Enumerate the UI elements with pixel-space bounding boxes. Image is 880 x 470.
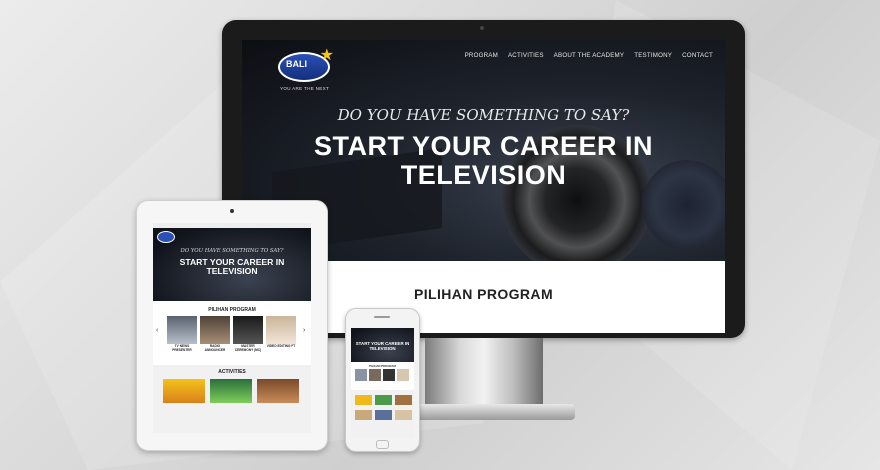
program-label: RADIO ANNOUNCER (204, 344, 226, 352)
logo-tagline: YOU ARE THE NEXT (280, 86, 330, 91)
tablet-device: DO YOU HAVE SOMETHING TO SAY? START YOUR… (136, 200, 328, 451)
tablet-screen: DO YOU HAVE SOMETHING TO SAY? START YOUR… (153, 223, 311, 433)
chevron-left-icon[interactable]: ‹ (156, 327, 158, 334)
activity-thumbnail[interactable] (355, 395, 372, 405)
tablet-hero-subtitle: DO YOU HAVE SOMETHING TO SAY? (180, 248, 284, 254)
hero-title-line1: START YOUR CAREER IN (313, 131, 654, 161)
activities-row (163, 379, 299, 403)
phone-hero-title: START YOUR CAREER IN TELEVISION (351, 341, 414, 351)
phone-activities-row (355, 395, 412, 405)
phone-screen: START YOUR CAREER IN TELEVISION PILIHAN … (351, 328, 414, 438)
phone-speaker (374, 316, 390, 318)
program-thumbnail[interactable] (355, 369, 367, 381)
program-image (200, 316, 230, 344)
program-card[interactable]: VIDEO EDITING FT (266, 316, 296, 352)
activity-thumbnail[interactable] (163, 379, 205, 403)
monitor-stand-base (393, 404, 575, 420)
tablet-hero: DO YOU HAVE SOMETHING TO SAY? START YOUR… (153, 228, 311, 301)
phone-program-grid (355, 369, 409, 381)
activity-thumbnail[interactable] (210, 379, 252, 403)
main-nav: PROGRAM ACTIVITIES ABOUT THE ACADEMY TES… (465, 52, 713, 59)
program-image (266, 316, 296, 344)
program-thumbnail[interactable] (369, 369, 381, 381)
program-image (167, 316, 197, 344)
activity-thumbnail[interactable] (257, 379, 299, 403)
phone-section-title: PILIHAN PROGRAM (369, 364, 396, 368)
monitor-stand-neck (425, 338, 543, 406)
phone-activities (351, 390, 414, 438)
academy-logo[interactable] (157, 231, 175, 243)
activities-title: ACTIVITIES (218, 369, 246, 375)
tablet-section-title: PILIHAN PROGRAM (208, 307, 256, 313)
phone-activities-row (355, 410, 412, 420)
camera-dot (480, 26, 484, 30)
program-card[interactable]: RADIO ANNOUNCER (200, 316, 230, 352)
program-label: MASTER CEREMONY (MC) (234, 344, 262, 352)
program-card[interactable]: MASTER CEREMONY (MC) (233, 316, 263, 352)
program-thumbnail[interactable] (383, 369, 395, 381)
program-card[interactable]: TV NEWS PRESENTER (167, 316, 197, 352)
program-thumbnail[interactable] (397, 369, 409, 381)
program-label: TV NEWS PRESENTER (172, 344, 192, 352)
nav-contact[interactable]: CONTACT (682, 52, 713, 59)
tablet-hero-title-line2: TELEVISION (206, 266, 258, 276)
program-label: VIDEO EDITING FT (266, 344, 296, 348)
activities-section: ACTIVITIES (153, 365, 311, 433)
activity-thumbnail[interactable] (375, 395, 392, 405)
program-carousel: TV NEWS PRESENTER RADIO ANNOUNCER MASTER… (167, 316, 296, 352)
camera-dot (230, 209, 234, 213)
academy-logo[interactable]: BALI ★ (278, 48, 334, 82)
logo-text: BALI (286, 59, 307, 69)
phone-hero-title-line2: TELEVISION (369, 346, 396, 351)
activity-thumbnail[interactable] (395, 395, 412, 405)
hero-subtitle: DO YOU HAVE SOMETHING TO SAY? (337, 106, 630, 124)
star-icon: ★ (319, 47, 334, 64)
nav-activities[interactable]: ACTIVITIES (508, 52, 544, 59)
nav-testimony[interactable]: TESTIMONY (634, 52, 672, 59)
phone-hero: START YOUR CAREER IN TELEVISION (351, 328, 414, 362)
activity-thumbnail[interactable] (355, 410, 372, 420)
program-image (233, 316, 263, 344)
nav-about[interactable]: ABOUT THE ACADEMY (554, 52, 625, 59)
phone-device: START YOUR CAREER IN TELEVISION PILIHAN … (345, 308, 420, 452)
tablet-hero-title: START YOUR CAREER IN TELEVISION (153, 258, 311, 276)
activity-thumbnail[interactable] (375, 410, 392, 420)
nav-program[interactable]: PROGRAM (465, 52, 498, 59)
home-button[interactable] (376, 440, 389, 449)
activity-thumbnail[interactable] (395, 410, 412, 420)
hero-title-line2: TELEVISION (400, 160, 567, 190)
hero-title: START YOUR CAREER IN TELEVISION (242, 132, 725, 190)
chevron-right-icon[interactable]: › (303, 327, 305, 334)
